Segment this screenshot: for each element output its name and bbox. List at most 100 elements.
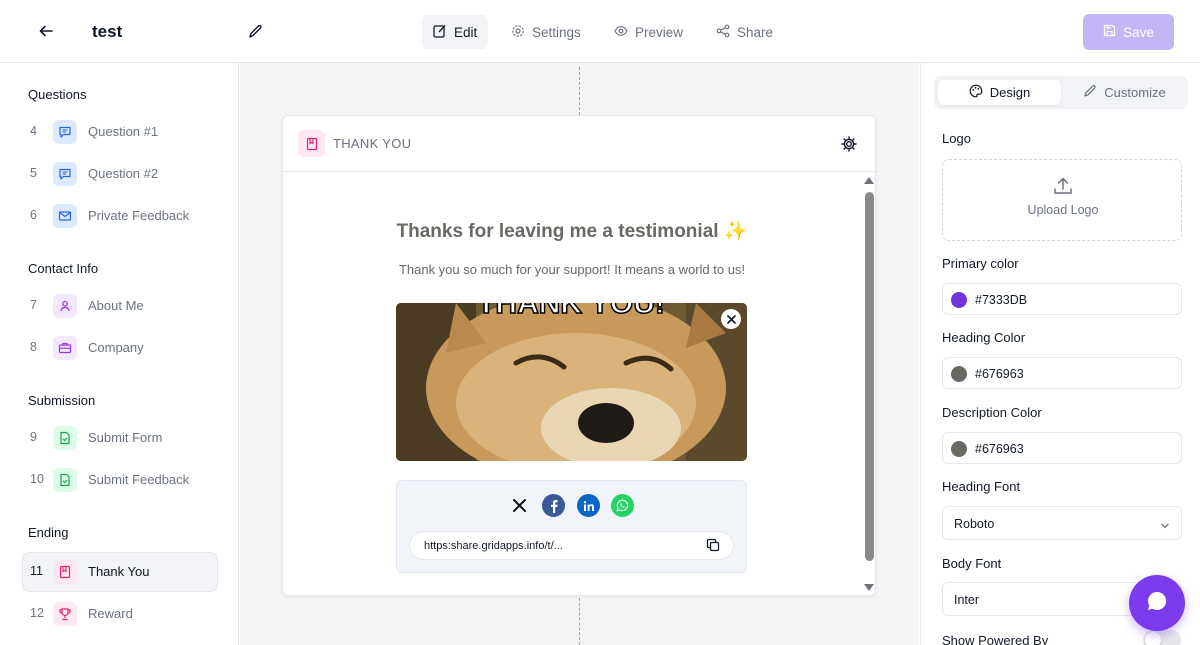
tab-share[interactable]: Share — [705, 15, 784, 49]
sidebar-item-label: Thank You — [88, 564, 150, 579]
sidebar-item-label: Private Feedback — [88, 208, 190, 223]
step-number: 4 — [30, 124, 37, 138]
scroll-thumb[interactable] — [865, 192, 874, 561]
sidebar-item-label: Reward — [88, 606, 133, 621]
card-scrollbar[interactable] — [861, 173, 875, 595]
step-number: 7 — [30, 298, 37, 312]
upload-logo-dropzone[interactable]: Upload Logo — [942, 159, 1182, 241]
design-panel: Design Customize Logo Upload Logo Primar… — [920, 63, 1200, 645]
sidebar-item-label: Question #2 — [88, 166, 159, 181]
chevron-down-icon — [1159, 519, 1171, 531]
chat-bubble-icon — [53, 120, 77, 144]
eye-icon — [614, 24, 628, 41]
thank-you-heading: Thanks for leaving me a testimonial ✨ — [396, 221, 748, 242]
powered-by-toggle[interactable] — [1143, 630, 1181, 645]
sidebar-item-label: Submit Feedback — [88, 472, 190, 487]
sidebar-item-label: Submit Form — [88, 430, 163, 445]
tab-preview[interactable]: Preview — [603, 15, 694, 49]
step-number: 8 — [30, 340, 37, 354]
share-box: https:share.gridapps.info/t/... — [396, 480, 747, 573]
tab-edit[interactable]: Edit — [422, 15, 489, 49]
tab-preview-label: Preview — [635, 24, 684, 40]
editor-canvas: THANK YOU Thanks for leaving me a testim… — [240, 63, 919, 645]
tab-settings[interactable]: Settings — [500, 15, 592, 49]
heading-font-select[interactable]: Roboto — [942, 506, 1182, 540]
pencil-icon — [1083, 84, 1097, 101]
upload-icon — [1052, 175, 1074, 197]
tab-settings-label: Settings — [532, 24, 581, 40]
x-icon[interactable] — [508, 494, 531, 517]
primary-color-swatch[interactable] — [951, 292, 967, 308]
share-icon — [716, 24, 730, 41]
tab-design[interactable]: Design — [938, 80, 1061, 105]
whatsapp-icon[interactable] — [611, 494, 634, 517]
description-color-label: Description Color — [942, 405, 1042, 420]
description-color-field[interactable]: #676963 — [942, 432, 1182, 464]
tab-share-label: Share — [737, 24, 774, 40]
heading-color-swatch[interactable] — [951, 366, 967, 382]
step-number: 10 — [30, 472, 44, 486]
scroll-down-arrow-icon[interactable] — [864, 584, 874, 591]
sidebar-item-question-1[interactable]: 4 Question #1 — [22, 112, 218, 152]
chat-support-button[interactable] — [1129, 575, 1185, 631]
gear-icon — [511, 24, 525, 41]
share-url-text: https:share.gridapps.info/t/... — [424, 540, 563, 552]
heading-color-label: Heading Color — [942, 330, 1026, 345]
primary-color-value: #7333DB — [975, 293, 1028, 307]
toggle-knob — [1145, 632, 1161, 645]
chat-bubble-icon — [53, 162, 77, 186]
copy-icon[interactable] — [706, 538, 722, 554]
briefcase-icon — [53, 336, 77, 360]
facebook-icon[interactable] — [542, 494, 565, 517]
sidebar-item-label: About Me — [88, 298, 144, 313]
file-check-icon — [53, 468, 77, 492]
gear-icon[interactable] — [840, 135, 858, 153]
description-color-value: #676963 — [975, 442, 1024, 456]
sidebar-item-question-2[interactable]: 5 Question #2 — [22, 154, 218, 194]
primary-color-field[interactable]: #7333DB — [942, 283, 1182, 315]
tab-edit-label: Edit — [454, 24, 478, 40]
thank-you-card[interactable]: THANK YOU Thanks for leaving me a testim… — [282, 115, 876, 596]
group-title-contact-info: Contact Info — [28, 261, 99, 276]
step-number: 9 — [30, 430, 37, 444]
scroll-up-arrow-icon[interactable] — [864, 177, 874, 184]
file-check-icon — [53, 426, 77, 450]
trophy-icon — [53, 602, 77, 626]
group-title-submission: Submission — [28, 393, 96, 408]
sidebar-item-private-feedback[interactable]: 6 Private Feedback — [22, 196, 218, 236]
logo-label: Logo — [942, 131, 971, 146]
sidebar-item-company[interactable]: 8 Company — [22, 328, 218, 368]
sidebar-item-about-me[interactable]: 7 About Me — [22, 286, 218, 326]
bookmark-icon — [298, 130, 325, 157]
tab-customize[interactable]: Customize — [1065, 80, 1184, 105]
heading-font-label: Heading Font — [942, 479, 1021, 494]
card-header-title: THANK YOU — [333, 136, 412, 151]
rename-pencil-icon[interactable] — [244, 20, 266, 42]
sidebar-item-label: Company — [88, 340, 144, 355]
sidebar-item-reward[interactable]: 12 Reward — [22, 594, 218, 634]
body-font-value: Inter — [954, 593, 980, 607]
connector-line — [579, 67, 580, 115]
card-header: THANK YOU — [283, 116, 875, 172]
sidebar-item-submit-feedback[interactable]: 10 Submit Feedback — [22, 460, 218, 500]
description-color-swatch[interactable] — [951, 441, 967, 457]
heading-color-value: #676963 — [975, 367, 1024, 381]
sidebar-item-thank-you[interactable]: 11 Thank You — [22, 552, 218, 592]
sidebar-item-submit-form[interactable]: 9 Submit Form — [22, 418, 218, 458]
back-arrow-icon[interactable] — [34, 19, 58, 43]
save-disk-icon — [1103, 24, 1116, 40]
thank-you-description: Thank you so much for your support! It m… — [398, 262, 746, 277]
top-bar: test Edit Settings Preview Share Save — [0, 0, 1200, 63]
mail-icon — [53, 204, 77, 228]
close-icon[interactable] — [721, 309, 741, 329]
sidebar-item-label: Question #1 — [88, 124, 159, 139]
group-title-ending: Ending — [28, 525, 69, 540]
linkedin-icon[interactable] — [577, 494, 600, 517]
heading-color-field[interactable]: #676963 — [942, 357, 1182, 389]
group-title-questions: Questions — [28, 87, 87, 102]
tab-design-label: Design — [989, 85, 1031, 100]
save-button[interactable]: Save — [1083, 14, 1174, 50]
thank-you-gif: THANK YOU! — [396, 303, 747, 461]
share-url-field[interactable]: https:share.gridapps.info/t/... — [409, 531, 734, 560]
connector-line — [579, 598, 580, 645]
